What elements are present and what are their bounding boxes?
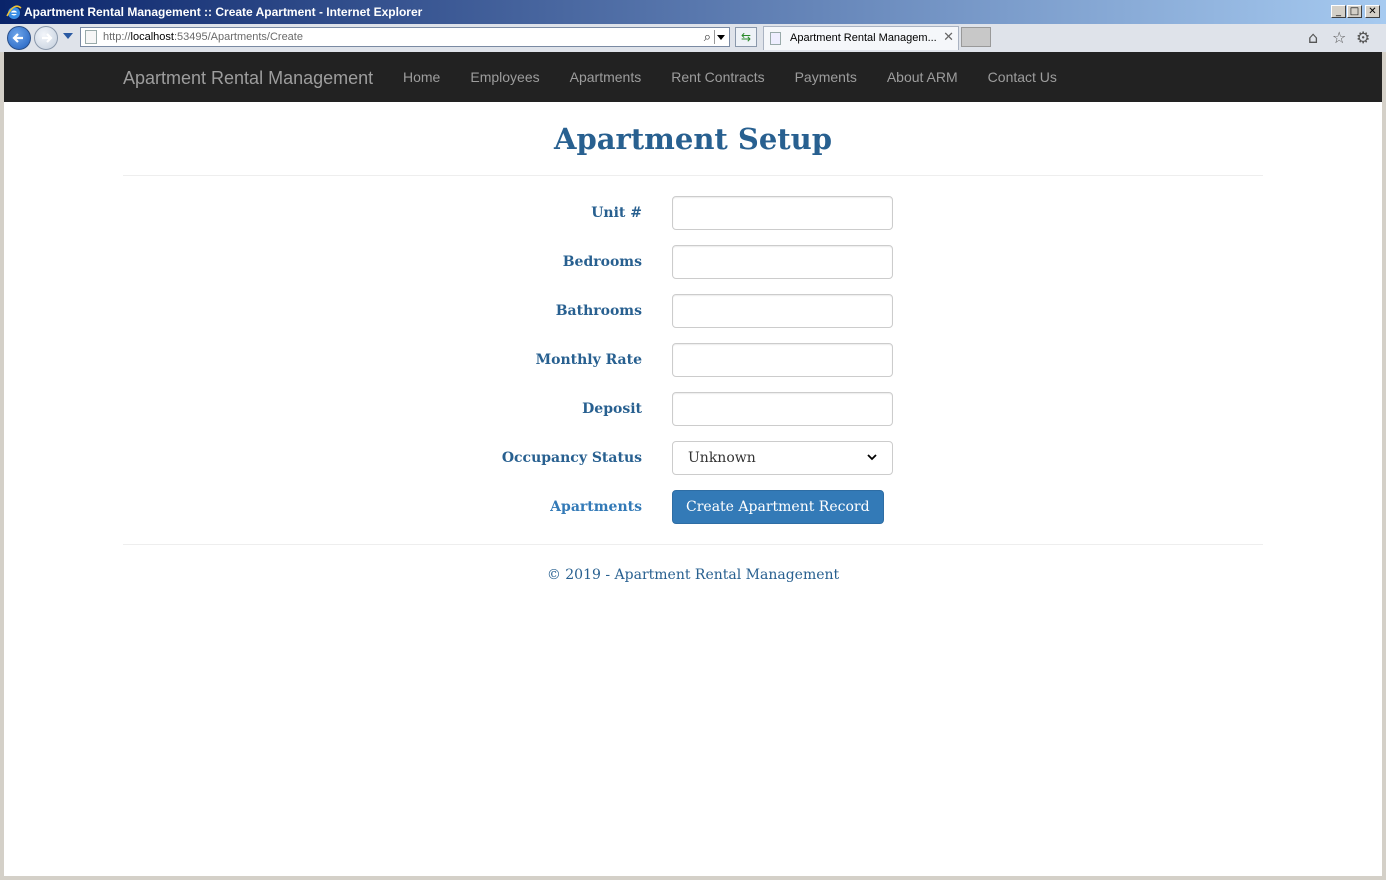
tab-title: Apartment Rental Managem...: [790, 32, 937, 44]
nav-apartments[interactable]: Apartments: [555, 69, 657, 85]
forward-icon: [42, 33, 53, 43]
bathrooms-label: Bathrooms: [555, 303, 642, 319]
page-icon: [85, 30, 97, 44]
form-row-bathrooms: Bathrooms: [4, 294, 1382, 328]
nav-home[interactable]: Home: [388, 69, 455, 85]
refresh-button[interactable]: ⇆: [735, 27, 757, 47]
form-row-unit: Unit #: [4, 196, 1382, 230]
create-apartment-button[interactable]: Create Apartment Record: [672, 490, 884, 524]
nav-about[interactable]: About ARM: [872, 69, 973, 85]
navbar-links: Home Employees Apartments Rent Contracts…: [388, 69, 1072, 85]
deposit-label: Deposit: [582, 401, 642, 417]
form-row-occupancy: Occupancy Status Unknown: [4, 441, 1382, 475]
unit-input[interactable]: [672, 196, 893, 230]
refresh-icon: ⇆: [740, 30, 752, 44]
bathrooms-input[interactable]: [672, 294, 893, 328]
footer-divider: [123, 544, 1263, 545]
tab-close-icon[interactable]: ✕: [943, 30, 954, 45]
occupancy-label: Occupancy Status: [501, 450, 642, 466]
apartments-link[interactable]: Apartments: [550, 499, 642, 515]
footer-text: © 2019 - Apartment Rental Management: [546, 567, 840, 583]
page-content: Apartment Rental Management Home Employe…: [4, 52, 1382, 876]
tab-page-icon: [770, 32, 781, 45]
title-bar: Apartment Rental Management :: Create Ap…: [0, 0, 1386, 24]
window-title: Apartment Rental Management :: Create Ap…: [24, 5, 423, 19]
address-bar[interactable]: http://localhost:53495/Apartments/Create…: [80, 27, 730, 47]
window-frame-right: [1382, 52, 1386, 880]
nav-payments[interactable]: Payments: [780, 69, 872, 85]
deposit-input[interactable]: [672, 392, 893, 426]
browser-window: Apartment Rental Management :: Create Ap…: [0, 0, 1386, 880]
site-navbar: Apartment Rental Management Home Employe…: [4, 52, 1382, 102]
forward-button[interactable]: [34, 26, 58, 50]
recent-pages-dropdown[interactable]: [63, 33, 73, 39]
nav-contact[interactable]: Contact Us: [973, 69, 1072, 85]
unit-label: Unit #: [591, 205, 642, 221]
search-icon[interactable]: ⌕: [704, 30, 711, 45]
form-row-deposit: Deposit: [4, 392, 1382, 426]
form-row-actions: Apartments Create Apartment Record: [4, 490, 1382, 524]
browser-toolbar: http://localhost:53495/Apartments/Create…: [0, 24, 1386, 52]
bedrooms-label: Bedrooms: [562, 254, 642, 270]
form-row-bedrooms: Bedrooms: [4, 245, 1382, 279]
maximize-button[interactable]: □: [1347, 5, 1362, 18]
new-tab-button[interactable]: [961, 27, 991, 47]
monthly-rate-input[interactable]: [672, 343, 893, 377]
home-icon[interactable]: ⌂: [1308, 28, 1318, 47]
navbar-brand[interactable]: Apartment Rental Management: [123, 68, 373, 89]
occupancy-selected-value: Unknown: [688, 450, 756, 466]
window-frame-bottom: [0, 876, 1386, 880]
back-icon: [12, 33, 23, 43]
form-row-monthly-rate: Monthly Rate: [4, 343, 1382, 377]
nav-rent-contracts[interactable]: Rent Contracts: [656, 69, 779, 85]
close-button[interactable]: ✕: [1365, 5, 1380, 18]
address-url[interactable]: http://localhost:53495/Apartments/Create: [103, 31, 303, 43]
favorites-star-icon[interactable]: ☆: [1332, 28, 1346, 47]
title-divider: [123, 175, 1263, 176]
back-button[interactable]: [7, 26, 31, 50]
nav-employees[interactable]: Employees: [455, 69, 554, 85]
settings-gear-icon[interactable]: ⚙: [1356, 28, 1370, 47]
address-dropdown-button[interactable]: [714, 30, 727, 44]
bedrooms-input[interactable]: [672, 245, 893, 279]
tab-apartment-rental[interactable]: Apartment Rental Managem... ✕: [763, 26, 959, 50]
minimize-button[interactable]: _: [1331, 5, 1346, 18]
internet-explorer-icon: [6, 5, 22, 19]
monthly-rate-label: Monthly Rate: [535, 352, 642, 368]
page-title: Apartment Setup: [553, 122, 833, 156]
occupancy-select[interactable]: Unknown: [672, 441, 893, 475]
chevron-down-icon: [867, 454, 877, 461]
